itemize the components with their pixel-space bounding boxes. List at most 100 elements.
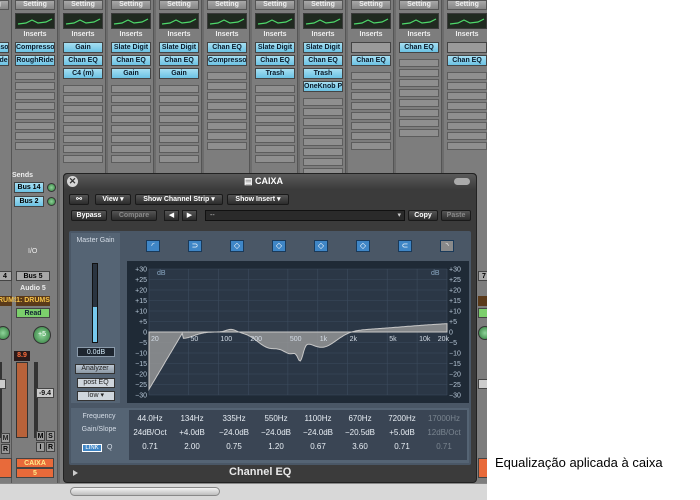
band-6-q-value[interactable]: 3.60 [339, 442, 381, 451]
eq-thumbnail[interactable] [399, 13, 439, 29]
strip-name-label[interactable]: CAIXA [16, 458, 54, 468]
empty-insert-slot[interactable] [351, 112, 391, 120]
preset-menu[interactable]: -- ▾ [205, 210, 405, 221]
band-2-gain-value[interactable]: +4.0dB [171, 428, 213, 437]
empty-insert-slot[interactable] [351, 122, 391, 130]
empty-insert-slot[interactable] [351, 82, 391, 90]
empty-insert-slot[interactable] [207, 92, 247, 100]
close-icon[interactable]: ✕ [67, 176, 78, 187]
empty-insert-slot[interactable] [15, 72, 55, 80]
show-channel-strip-menu[interactable]: Show Channel Strip ▾ [135, 194, 223, 205]
band-7-q-value[interactable]: 0.71 [381, 442, 423, 451]
automation-button-partial[interactable] [478, 308, 487, 318]
band-1-gain-value[interactable]: 24dB/Oct [129, 428, 171, 437]
automation-read-button[interactable]: Read [16, 308, 50, 318]
setting-button[interactable]: Setting [303, 0, 343, 10]
band-8-q-value[interactable]: 0.71 [423, 442, 465, 451]
insert-slot[interactable]: Compresso [207, 55, 247, 66]
window-titlebar[interactable]: ✕ ▤ CAIXA [64, 174, 476, 190]
empty-insert-slot[interactable] [207, 132, 247, 140]
empty-insert-slot[interactable] [447, 142, 487, 150]
empty-insert-slot[interactable] [159, 125, 199, 133]
eq-thumbnail[interactable] [111, 13, 151, 29]
empty-insert-slot[interactable] [303, 108, 343, 116]
insert-slot[interactable]: Chan EQ [207, 42, 247, 53]
empty-insert-slot[interactable] [63, 105, 103, 113]
empty-insert-slot[interactable] [447, 82, 487, 90]
insert-slot[interactable]: Gain [159, 68, 199, 79]
eq-thumbnail[interactable] [351, 13, 391, 29]
master-gain-value[interactable]: 0.0dB [77, 347, 115, 357]
insert-slot[interactable]: Chan EQ [111, 55, 151, 66]
scrollbar-thumb[interactable] [70, 487, 220, 496]
eq-thumbnail[interactable] [303, 13, 343, 29]
empty-insert-slot[interactable] [15, 82, 55, 90]
empty-insert-slot[interactable] [447, 92, 487, 100]
paste-button[interactable]: Paste [441, 210, 471, 221]
empty-insert-slot[interactable] [111, 125, 151, 133]
empty-insert-slot[interactable] [255, 135, 295, 143]
empty-insert-slot[interactable] [207, 142, 247, 150]
band-2-freq-value[interactable]: 134Hz [171, 414, 213, 423]
band-5-bell-icon[interactable]: ◇ [314, 240, 328, 252]
empty-insert-slot[interactable] [399, 129, 439, 137]
empty-insert-slot[interactable] [399, 109, 439, 117]
empty-insert-slot[interactable] [255, 155, 295, 163]
eq-thumbnail[interactable] [15, 13, 55, 29]
band-7-highshelf-icon[interactable]: ⊂ [398, 240, 412, 252]
empty-insert-slot[interactable] [207, 82, 247, 90]
eq-thumbnail[interactable] [159, 13, 199, 29]
empty-insert-slot[interactable] [303, 148, 343, 156]
empty-insert-slot[interactable] [447, 112, 487, 120]
setting-button[interactable]: Setting [0, 0, 9, 10]
send-level-knob[interactable] [47, 197, 56, 206]
empty-insert-slot[interactable] [399, 69, 439, 77]
empty-insert-slot[interactable] [447, 122, 487, 130]
empty-insert-slot[interactable] [63, 145, 103, 153]
copy-button[interactable]: Copy [408, 210, 438, 221]
empty-insert-slot[interactable] [111, 115, 151, 123]
insert-slot[interactable]: Chan EQ [351, 55, 391, 66]
insert-slot[interactable]: Trash [303, 68, 343, 79]
send-level-knob[interactable] [47, 183, 56, 192]
analyzer-resolution-select[interactable]: low ▾ [77, 391, 115, 401]
insert-slot[interactable]: Slate Digit [111, 42, 151, 53]
setting-button[interactable]: Setting [63, 0, 103, 10]
empty-insert-slot[interactable] [303, 118, 343, 126]
link-button[interactable]: LINK [82, 444, 102, 452]
empty-insert-slot[interactable] [303, 98, 343, 106]
setting-button[interactable]: Setting [351, 0, 391, 10]
empty-insert-slot[interactable] [255, 85, 295, 93]
empty-insert-slot[interactable] [159, 145, 199, 153]
eq-thumbnail[interactable] [207, 13, 247, 29]
insert-slot[interactable]: Chan EQ [159, 55, 199, 66]
analyzer-button[interactable]: Analyzer [75, 364, 115, 374]
insert-slot[interactable]: RoughRide [15, 55, 55, 66]
setting-button[interactable]: Setting [159, 0, 199, 10]
empty-insert-slot[interactable] [15, 92, 55, 100]
empty-insert-slot[interactable] [159, 115, 199, 123]
view-menu[interactable]: View ▾ [95, 194, 131, 205]
band-2-lowshelf-icon[interactable]: ⊃ [188, 240, 202, 252]
insert-slot[interactable]: OneKnob P [303, 81, 343, 92]
insert-slot[interactable]: Slate Digit [303, 42, 343, 53]
empty-insert-slot[interactable] [63, 155, 103, 163]
empty-insert-slot[interactable] [15, 142, 55, 150]
band-4-q-value[interactable]: 1.20 [255, 442, 297, 451]
empty-insert-slot[interactable] [207, 122, 247, 130]
insert-slot[interactable]: Chan EQ [303, 55, 343, 66]
empty-insert-slot[interactable] [255, 125, 295, 133]
setting-button[interactable]: Setting [447, 0, 487, 10]
band-5-q-value[interactable]: 0.67 [297, 442, 339, 451]
analyzer-mode-select[interactable]: post EQ [77, 378, 115, 388]
insert-slot[interactable]: RoughRide [0, 55, 9, 66]
eq-curve-display[interactable]: +30 +30 +25 +25 +20 +20 +15 +15 +10 +10 +5 +5 0 0 −5 −5… [127, 261, 469, 403]
eq-thumbnail[interactable] [255, 13, 295, 29]
send-bus-2[interactable]: Bus 2 [14, 196, 44, 207]
eq-thumbnail[interactable] [63, 13, 103, 29]
insert-slot[interactable]: Chan EQ [63, 55, 103, 66]
send-bus-14[interactable]: Bus 14 [14, 182, 44, 193]
insert-slot[interactable]: Gain [111, 68, 151, 79]
insert-slot[interactable]: Gain [63, 42, 103, 53]
empty-insert-slot[interactable] [207, 72, 247, 80]
